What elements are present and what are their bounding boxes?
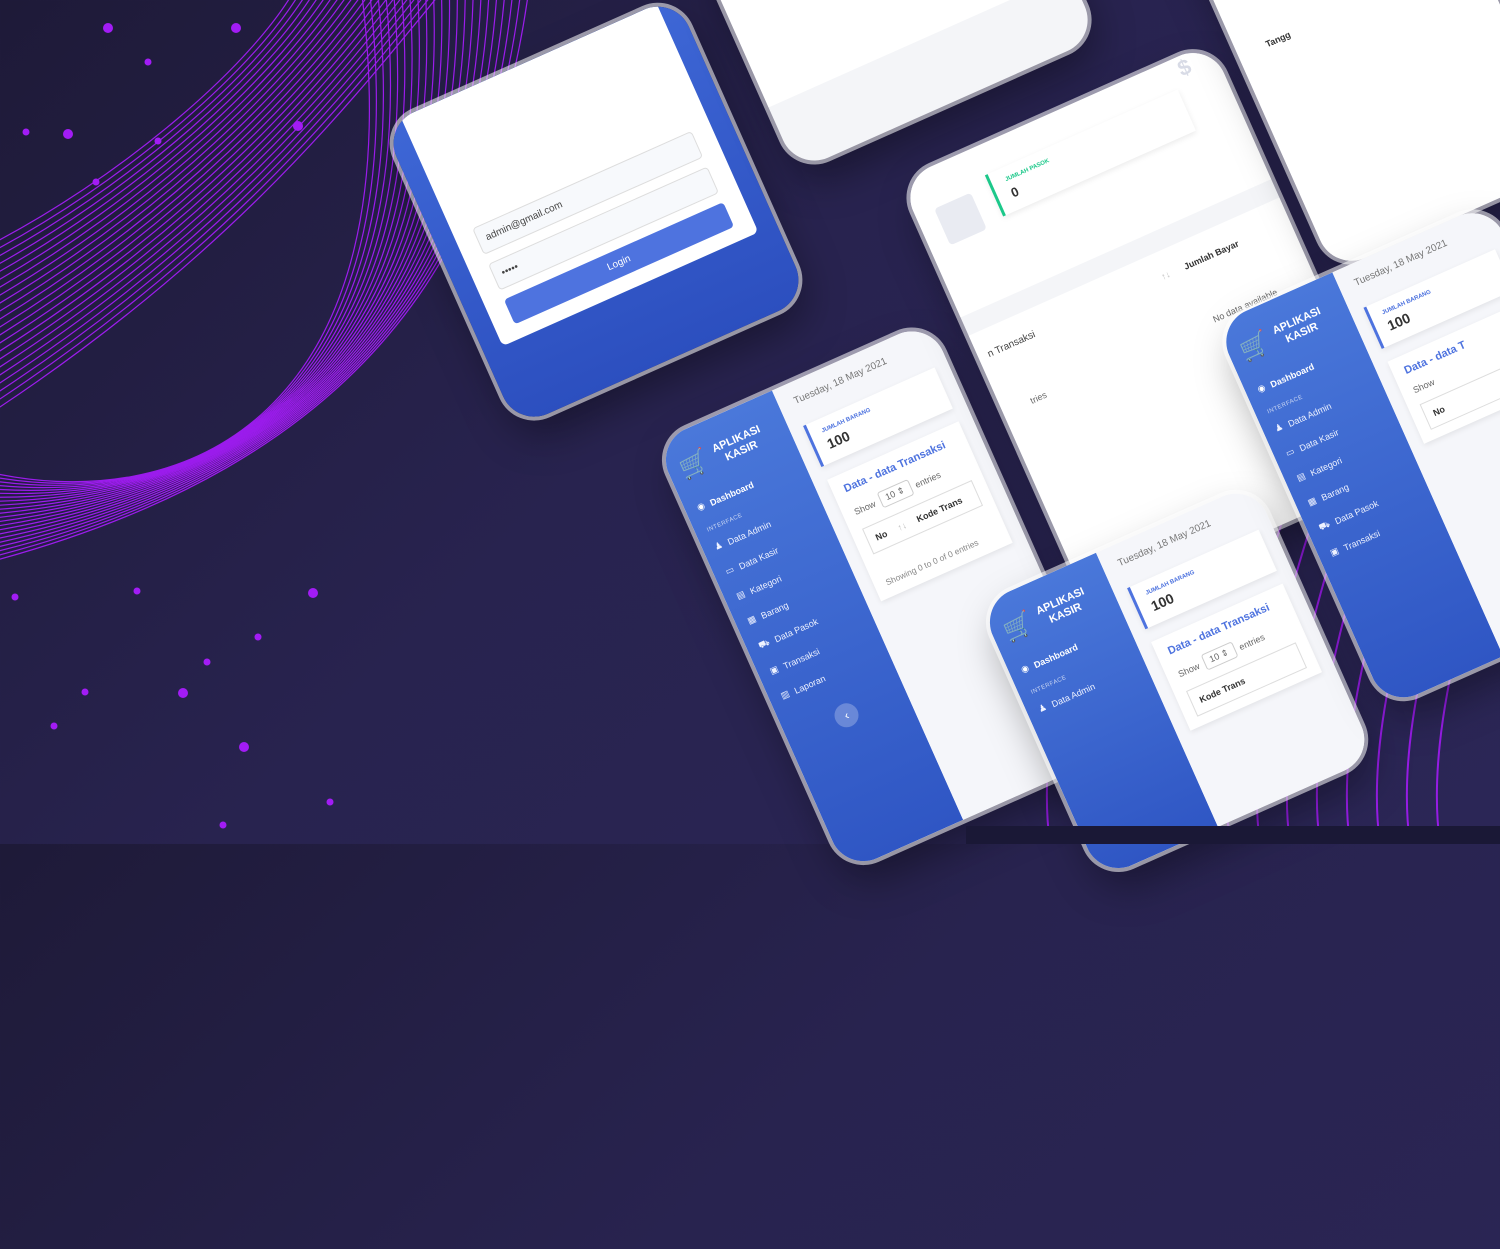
sidebar-collapse-button[interactable]: ‹ (830, 699, 863, 732)
particle-dot (92, 178, 100, 186)
sort-icon: ↑↓ (1159, 269, 1172, 282)
column-header-jumlah-bayar[interactable]: Jumlah Bayar (1182, 239, 1240, 272)
column-header-no[interactable]: No (1431, 404, 1446, 418)
show-label: Show (1411, 376, 1437, 396)
shopping-cart-icon: 🛒 (675, 446, 714, 484)
brand-title: APLIKASI KASIR (710, 423, 763, 464)
brand-title: APLIKASI KASIR (1270, 305, 1323, 346)
particle-dot (22, 128, 30, 136)
column-header-no[interactable]: No (874, 529, 889, 543)
truck-icon: ⛟ (756, 636, 772, 651)
column-header-kode[interactable]: Kode Trans (1198, 676, 1247, 705)
column-header-tanggal[interactable]: Tangg (1264, 29, 1292, 49)
entries-label: entries (1237, 631, 1267, 652)
particle-dot (144, 58, 152, 66)
shopping-cart-icon: 🛒 (1235, 328, 1275, 366)
particle-dot (103, 23, 113, 33)
cash-icon: ▣ (1328, 545, 1341, 559)
card-icon: ▭ (1284, 445, 1297, 459)
content-panel (699, 0, 1071, 108)
report-icon: ▥ (779, 688, 791, 701)
list-icon: ▤ (1295, 470, 1307, 484)
entries-select[interactable]: 10 ⇕ (876, 479, 915, 509)
user-icon: ♟ (712, 539, 725, 552)
user-icon: ♟ (1036, 701, 1049, 715)
bottom-strip (966, 826, 1500, 844)
shopping-cart-icon: 🛒 (999, 608, 1038, 646)
column-header-kode[interactable]: Kode Trans (915, 495, 964, 524)
particle-dot (154, 137, 162, 145)
box-icon: ▦ (1306, 495, 1318, 508)
box-icon: ▦ (745, 613, 758, 626)
sort-icon: ↑↓ (895, 520, 909, 533)
show-label: Show (852, 498, 878, 517)
particle-dot (63, 129, 73, 139)
entries-label: entries (913, 469, 943, 490)
cash-icon: ▣ (768, 663, 780, 677)
particle-dot (231, 23, 241, 33)
brand-title: APLIKASI KASIR (1034, 585, 1087, 626)
panel-title-partial: n Transaksi (985, 329, 1038, 361)
dashboard-icon: ◉ (1255, 382, 1267, 395)
dashboard-icon: ◉ (695, 500, 707, 513)
truck-icon: ⛟ (1317, 518, 1332, 533)
particle-dot (293, 121, 303, 131)
card-icon: ▭ (723, 563, 736, 577)
entries-select[interactable]: 10 ⇕ (1200, 641, 1239, 671)
dashboard-icon: ◉ (1019, 662, 1031, 675)
list-icon: ▤ (734, 588, 747, 602)
entries-label-partial: tries (1028, 389, 1049, 406)
user-icon: ♟ (1273, 421, 1285, 434)
show-label: Show (1176, 660, 1202, 679)
